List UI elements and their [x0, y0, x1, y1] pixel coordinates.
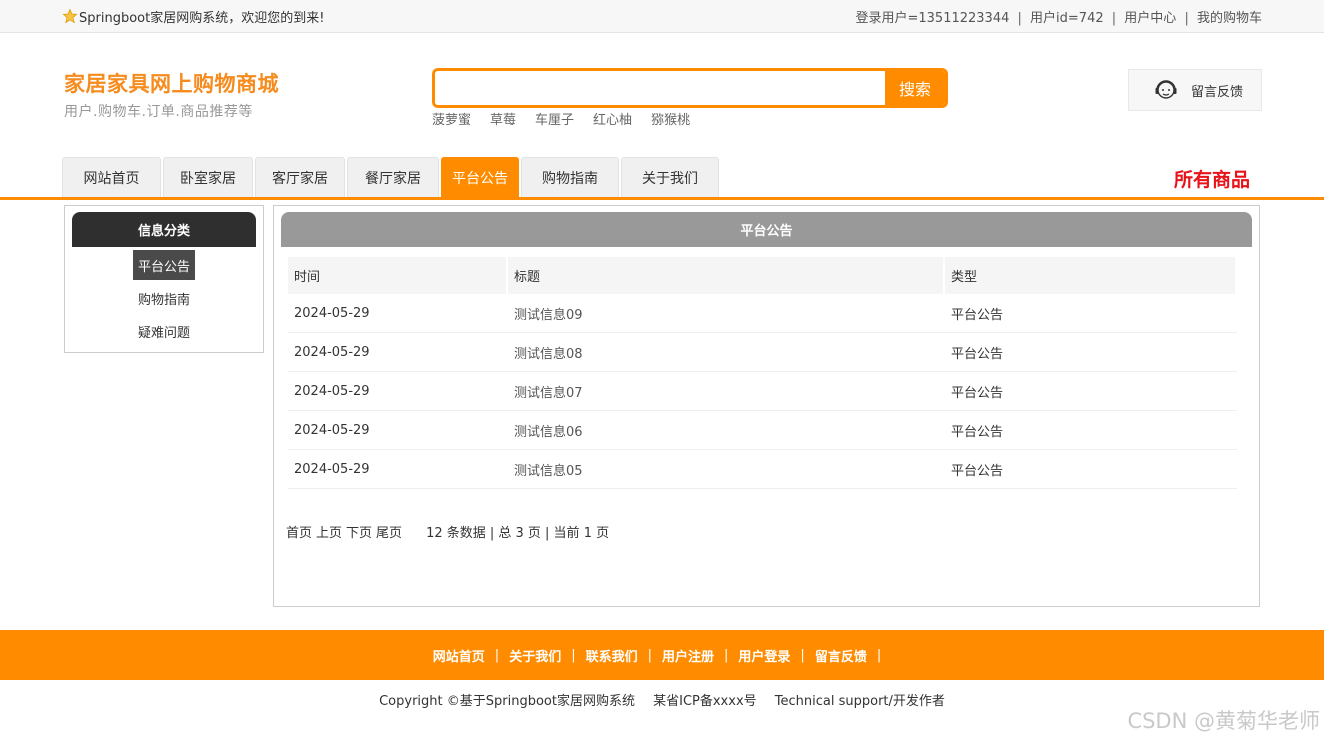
separator: | — [800, 647, 805, 663]
cell-type: 平台公告 — [951, 346, 1004, 362]
nav-tab-bedroom[interactable]: 卧室家居 — [163, 157, 253, 197]
cell-type: 平台公告 — [951, 463, 1004, 479]
nav-tab-guide[interactable]: 购物指南 — [521, 157, 619, 197]
sidebar-title: 信息分类 — [72, 212, 256, 247]
nav-tab-home[interactable]: 网站首页 — [62, 157, 161, 197]
panel-title: 平台公告 — [281, 212, 1252, 247]
sidebar-item-faq[interactable]: 疑难问题 — [133, 316, 195, 346]
feedback-button[interactable]: 留言反馈 — [1128, 69, 1262, 111]
separator: | — [1017, 10, 1022, 26]
separator: | — [647, 647, 652, 663]
cell-time: 2024-05-29 — [294, 305, 370, 321]
table-row: 2024-05-29 测试信息07 平台公告 — [288, 372, 1237, 411]
star-icon — [62, 8, 78, 24]
support-text: Technical support/开发作者 — [774, 694, 945, 709]
top-bar: Springboot家居网购系统，欢迎您的到来! 登录用户=1351122334… — [0, 0, 1324, 33]
cart-link[interactable]: 我的购物车 — [1197, 11, 1262, 26]
separator: | — [724, 647, 729, 663]
separator: | — [1184, 10, 1189, 26]
announcement-panel: 平台公告 时间 标题 类型 2024-05-29 测试信息09 平台公告 202… — [273, 205, 1260, 607]
table-row: 2024-05-29 测试信息08 平台公告 — [288, 333, 1237, 372]
header: 家居家具网上购物商城 用户.购物车.订单.商品推荐等 搜索 菠萝蜜 草莓 车厘子… — [0, 33, 1324, 157]
cell-type: 平台公告 — [951, 307, 1004, 323]
cell-title-link[interactable]: 测试信息09 — [508, 294, 943, 332]
icp-text: 某省ICP备xxxx号 — [653, 694, 757, 709]
search-box: 搜索 — [432, 68, 948, 108]
hot-keyword[interactable]: 车厘子 — [535, 109, 574, 128]
user-links: 登录用户=13511223344 | 用户id=742 | 用户中心 | 我的购… — [856, 7, 1263, 26]
cell-time: 2024-05-29 — [294, 422, 370, 438]
copyright: Copyright ©基于Springboot家居网购系统 某省ICP备xxxx… — [0, 690, 1324, 709]
feedback-label: 留言反馈 — [1191, 84, 1244, 100]
hot-keyword[interactable]: 猕猴桃 — [651, 109, 690, 128]
announcement-table: 时间 标题 类型 2024-05-29 测试信息09 平台公告 2024-05-… — [288, 257, 1237, 489]
user-id-text: 用户id=742 — [1030, 10, 1104, 26]
footer-link-home[interactable]: 网站首页 — [433, 646, 485, 665]
footer-link-contact[interactable]: 联系我们 — [586, 646, 638, 665]
hot-keywords: 菠萝蜜 草莓 车厘子 红心柚 猕猴桃 — [432, 109, 690, 128]
column-header-time: 时间 — [288, 257, 506, 294]
all-goods-link[interactable]: 所有商品 — [1174, 165, 1250, 192]
cell-type: 平台公告 — [951, 424, 1004, 440]
footer-link-about[interactable]: 关于我们 — [509, 646, 561, 665]
watermark: CSDN @黄菊华老师 — [1127, 709, 1320, 733]
pager-last[interactable]: 尾页 — [376, 522, 402, 541]
table-header: 时间 标题 类型 — [288, 257, 1237, 294]
pager-info: 12 条数据 | 总 3 页 | 当前 1 页 — [426, 526, 610, 541]
cell-title-link[interactable]: 测试信息05 — [508, 450, 943, 488]
cell-time: 2024-05-29 — [294, 344, 370, 360]
table-row: 2024-05-29 测试信息05 平台公告 — [288, 450, 1237, 489]
footer-link-login[interactable]: 用户登录 — [738, 646, 790, 665]
login-user-text: 登录用户=13511223344 — [855, 10, 1010, 26]
cell-title-link[interactable]: 测试信息08 — [508, 333, 943, 371]
search-input[interactable] — [435, 71, 885, 105]
column-header-title: 标题 — [508, 257, 943, 294]
separator: | — [876, 647, 882, 663]
nav-tab-diningroom[interactable]: 餐厅家居 — [347, 157, 439, 197]
site-subtitle: 用户.购物车.订单.商品推荐等 — [64, 104, 253, 120]
search-button[interactable]: 搜索 — [885, 71, 945, 105]
brand: 家居家具网上购物商城 用户.购物车.订单.商品推荐等 — [64, 68, 279, 121]
info-category-sidebar: 信息分类 平台公告 购物指南 疑难问题 — [64, 205, 264, 353]
pagination: 首页 上页 下页 尾页 12 条数据 | 总 3 页 | 当前 1 页 — [286, 522, 609, 541]
nav-tab-about[interactable]: 关于我们 — [621, 157, 719, 197]
hot-keyword[interactable]: 菠萝蜜 — [432, 109, 471, 128]
footer-link-feedback[interactable]: 留言反馈 — [815, 646, 867, 665]
hot-keyword[interactable]: 红心柚 — [593, 109, 632, 128]
hot-keyword[interactable]: 草莓 — [490, 109, 516, 128]
table-row: 2024-05-29 测试信息09 平台公告 — [288, 294, 1237, 333]
cell-time: 2024-05-29 — [294, 461, 370, 477]
footer-link-register[interactable]: 用户注册 — [662, 646, 714, 665]
user-center-link[interactable]: 用户中心 — [1124, 11, 1176, 26]
cell-title-link[interactable]: 测试信息07 — [508, 372, 943, 410]
pager-prev[interactable]: 上页 — [316, 522, 342, 541]
table-row: 2024-05-29 测试信息06 平台公告 — [288, 411, 1237, 450]
nav-tab-announcement[interactable]: 平台公告 — [441, 157, 519, 197]
site-title[interactable]: 家居家具网上购物商城 — [64, 68, 279, 98]
footer-bar: 网站首页 | 关于我们 | 联系我们 | 用户注册 | 用户登录 | 留言反馈 … — [0, 630, 1324, 680]
separator: | — [571, 647, 576, 663]
cell-type: 平台公告 — [951, 385, 1004, 401]
welcome-area: Springboot家居网购系统，欢迎您的到来! — [62, 7, 324, 26]
cell-title-link[interactable]: 测试信息06 — [508, 411, 943, 449]
copyright-text: Copyright ©基于Springboot家居网购系统 — [379, 694, 635, 709]
nav-tab-livingroom[interactable]: 客厅家居 — [255, 157, 345, 197]
cell-time: 2024-05-29 — [294, 383, 370, 399]
column-header-type: 类型 — [945, 257, 1235, 294]
separator: | — [1111, 10, 1117, 26]
sidebar-item-guide[interactable]: 购物指南 — [133, 283, 195, 313]
pager-first[interactable]: 首页 — [286, 522, 312, 541]
sidebar-item-announcement[interactable]: 平台公告 — [132, 250, 195, 280]
welcome-text: Springboot家居网购系统，欢迎您的到来! — [79, 10, 325, 26]
separator: | — [494, 647, 500, 663]
footer-links: 网站首页 | 关于我们 | 联系我们 | 用户注册 | 用户登录 | 留言反馈 … — [433, 646, 891, 665]
customer-service-icon — [1155, 80, 1177, 99]
main-nav: 网站首页 卧室家居 客厅家居 餐厅家居 平台公告 购物指南 关于我们 所有商品 — [0, 157, 1324, 200]
pager-next[interactable]: 下页 — [346, 522, 372, 541]
